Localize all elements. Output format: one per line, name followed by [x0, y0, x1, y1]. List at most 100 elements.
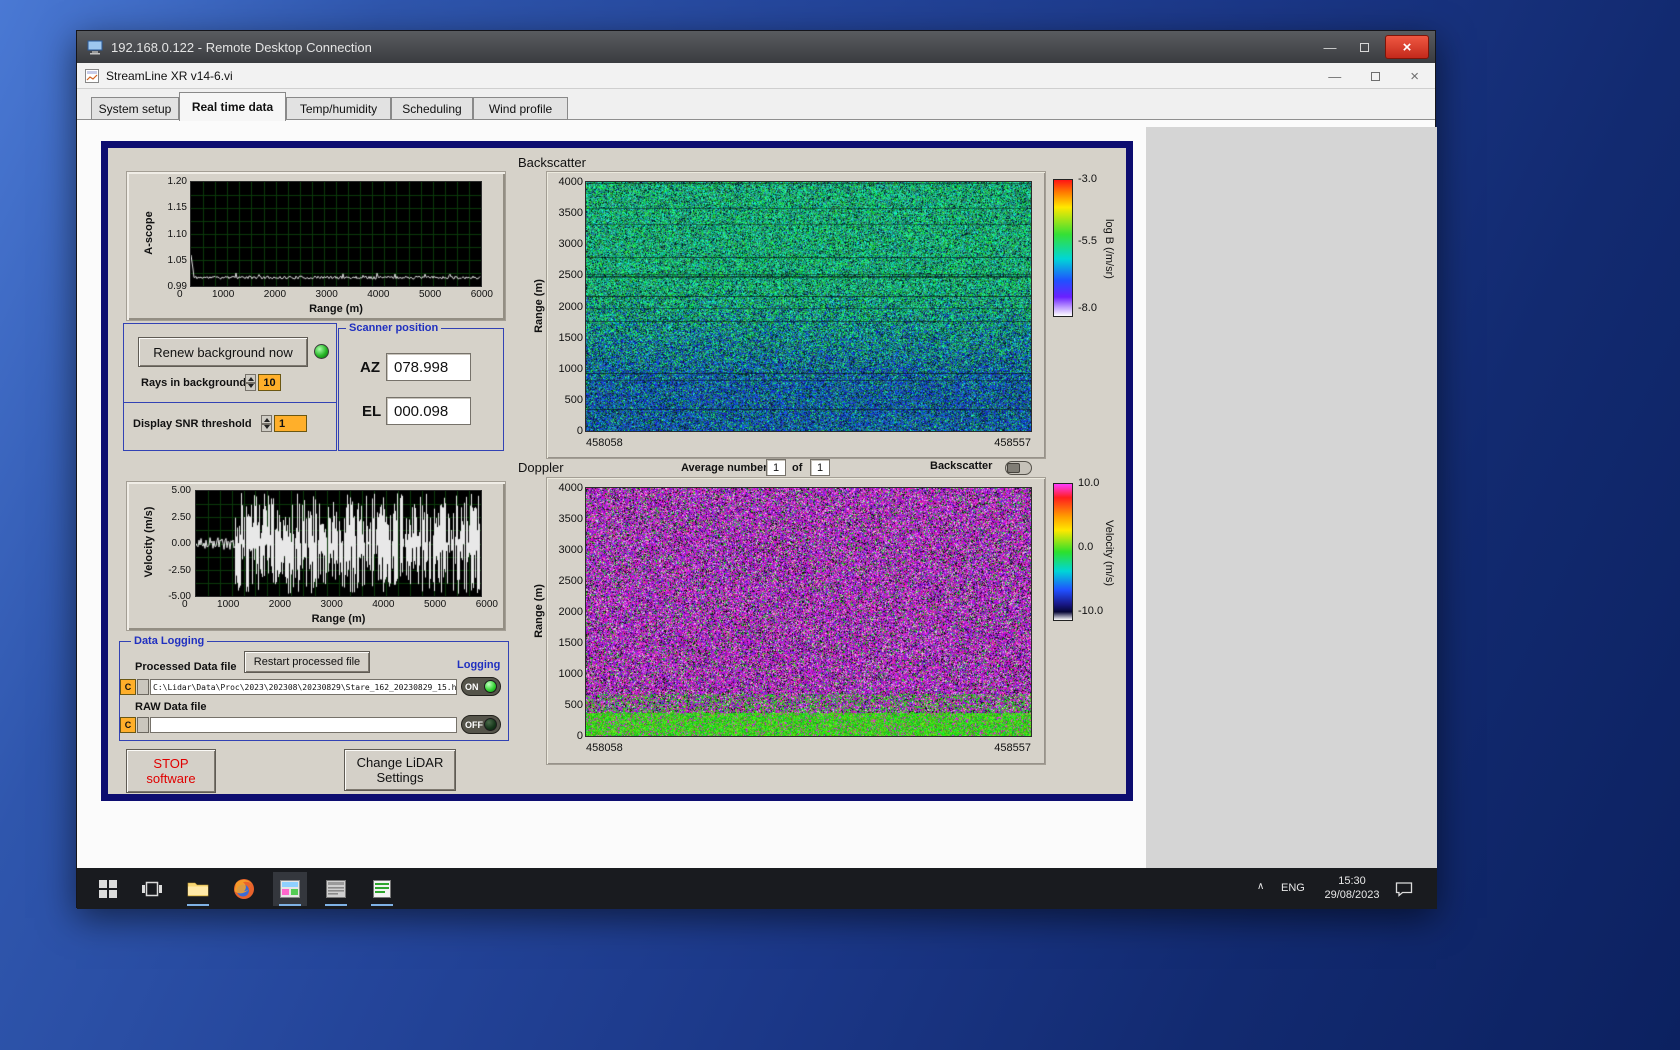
scan-scheduler-icon — [326, 880, 346, 898]
doppler-y-axis: 40003500300025002000150010005000 — [541, 482, 583, 742]
app-close-button[interactable]: × — [1410, 68, 1419, 85]
backscatter-x-start: 458058 — [586, 437, 623, 449]
tab-scheduling[interactable]: Scheduling — [391, 97, 473, 120]
az-label: AZ — [360, 359, 380, 376]
rays-in-background-input[interactable]: 10 — [258, 374, 281, 391]
folder-icon — [187, 880, 209, 898]
app-vi-icon — [85, 69, 99, 83]
start-button[interactable] — [91, 872, 125, 906]
tray-chevron[interactable]: ∧ — [1257, 881, 1264, 892]
change-lidar-settings-button[interactable]: Change LiDAR Settings — [344, 749, 456, 791]
rdp-title: 192.168.0.122 - Remote Desktop Connectio… — [111, 40, 372, 55]
app-titlebar[interactable]: StreamLine XR v14-6.vi — [77, 63, 1435, 89]
tick-label: 1000 — [559, 363, 583, 375]
action-center-button[interactable] — [1389, 872, 1419, 906]
tick-label: 3000 — [316, 289, 338, 300]
processed-browse-icon[interactable] — [137, 679, 149, 695]
app-maximize-button[interactable] — [1371, 69, 1380, 84]
rdp-close-button[interactable]: × — [1385, 35, 1429, 59]
firefox-button[interactable] — [227, 872, 261, 906]
tick-label: 2500 — [559, 269, 583, 281]
stop-software-button[interactable]: STOP software — [126, 749, 216, 793]
average-total-input[interactable]: 1 — [810, 459, 830, 476]
doppler-cbar-tick-mid: 0.0 — [1078, 541, 1093, 553]
windows-logo-icon — [99, 880, 117, 898]
clock-time: 15:30 — [1315, 874, 1389, 888]
data-logging-label: Data Logging — [131, 635, 207, 647]
taskbar-clock[interactable]: 15:30 29/08/2023 — [1315, 874, 1389, 902]
backscatter-x-end: 458557 — [967, 437, 1031, 449]
tick-label: 4000 — [372, 599, 394, 610]
streamline-app-button[interactable] — [273, 872, 307, 906]
a-scope-x-axis: 0100020003000400050006000 — [177, 289, 493, 300]
processed-logging-toggle[interactable]: ON — [461, 677, 501, 696]
tick-label: 500 — [565, 699, 583, 711]
restore-icon — [1360, 43, 1369, 52]
tab-real-time-data[interactable]: Real time data — [179, 92, 286, 121]
tick-label: 1500 — [559, 332, 583, 344]
tick-label: 5000 — [419, 289, 441, 300]
restart-processed-file-button[interactable]: Restart processed file — [244, 651, 370, 673]
rdp-titlebar[interactable]: 192.168.0.122 - Remote Desktop Connectio… — [77, 31, 1435, 63]
tick-label: 5.00 — [172, 485, 191, 496]
language-indicator[interactable]: ENG — [1281, 882, 1305, 894]
snr-threshold-input[interactable]: 1 — [274, 415, 307, 432]
change-line1: Change LiDAR — [357, 755, 444, 770]
tick-label: 3000 — [559, 544, 583, 556]
tab-system-setup[interactable]: System setup — [91, 97, 179, 120]
a-scope-y-label: A-scope — [143, 185, 155, 281]
tick-label: 0 — [577, 425, 583, 437]
change-line2: Settings — [377, 770, 424, 785]
tick-label: 4000 — [559, 176, 583, 188]
scan-scheduler-button[interactable] — [319, 872, 353, 906]
backscatter-cbar-tick-max: -3.0 — [1078, 173, 1097, 185]
rdp-minimize-button[interactable]: — — [1317, 35, 1343, 59]
tick-label: 3000 — [321, 599, 343, 610]
raw-drive-box[interactable]: C — [120, 717, 136, 733]
firefox-icon — [233, 878, 255, 900]
app-title: StreamLine XR v14-6.vi — [106, 69, 233, 83]
a-scope-x-label: Range (m) — [191, 303, 481, 315]
velocity-plot — [196, 491, 481, 596]
tick-label: 2.50 — [172, 512, 191, 523]
backscatter-title: Backscatter — [518, 155, 586, 170]
processed-drive-box[interactable]: C — [120, 679, 136, 695]
tick-label: 1000 — [559, 668, 583, 680]
tab-temp-humidity[interactable]: Temp/humidity — [286, 97, 391, 120]
snr-spinner[interactable] — [261, 415, 272, 432]
raw-logging-toggle[interactable]: OFF — [461, 715, 501, 734]
average-of-label: of — [792, 462, 802, 474]
renew-background-button[interactable]: Renew background now — [138, 337, 308, 367]
raw-browse-icon[interactable] — [137, 717, 149, 733]
processed-data-file-label: Processed Data file — [135, 661, 237, 673]
front-panel-overflow — [1146, 127, 1437, 868]
backscatter-cbar-tick-mid: -5.5 — [1078, 235, 1097, 247]
tick-label: 2000 — [559, 301, 583, 313]
tick-label: 0.00 — [172, 538, 191, 549]
raw-path-input[interactable] — [150, 717, 457, 733]
backscatter-toggle[interactable] — [1005, 461, 1032, 475]
rays-spinner[interactable] — [245, 374, 256, 391]
logging-label: Logging — [454, 659, 503, 671]
tick-label: 2000 — [264, 289, 286, 300]
notification-icon — [1395, 881, 1413, 897]
backscatter-toggle-label: Backscatter — [930, 460, 992, 472]
file-explorer-button[interactable] — [181, 872, 215, 906]
terminal-app-button[interactable] — [365, 872, 399, 906]
processed-path-input[interactable]: C:\Lidar\Data\Proc\2023\202308\20230829\… — [150, 679, 457, 695]
rdp-window: 192.168.0.122 - Remote Desktop Connectio… — [76, 30, 1436, 908]
doppler-heatmap — [586, 488, 1031, 736]
task-view-button[interactable] — [135, 872, 169, 906]
tab-wind-profile[interactable]: Wind profile — [473, 97, 568, 120]
rdp-restore-button[interactable] — [1351, 35, 1377, 59]
background-status-led — [314, 344, 329, 359]
taskbar: ∧ ENG 15:30 29/08/2023 — [77, 868, 1437, 909]
average-number-label: Average number — [681, 462, 767, 474]
toggle-knob-icon — [1007, 463, 1020, 473]
velocity-x-axis: 0100020003000400050006000 — [182, 599, 498, 610]
app-minimize-button[interactable]: — — [1328, 69, 1341, 84]
tick-label: 3500 — [559, 207, 583, 219]
green-lines-app-icon — [373, 880, 391, 898]
rdp-computer-icon — [87, 40, 103, 55]
average-number-input[interactable]: 1 — [766, 459, 786, 476]
